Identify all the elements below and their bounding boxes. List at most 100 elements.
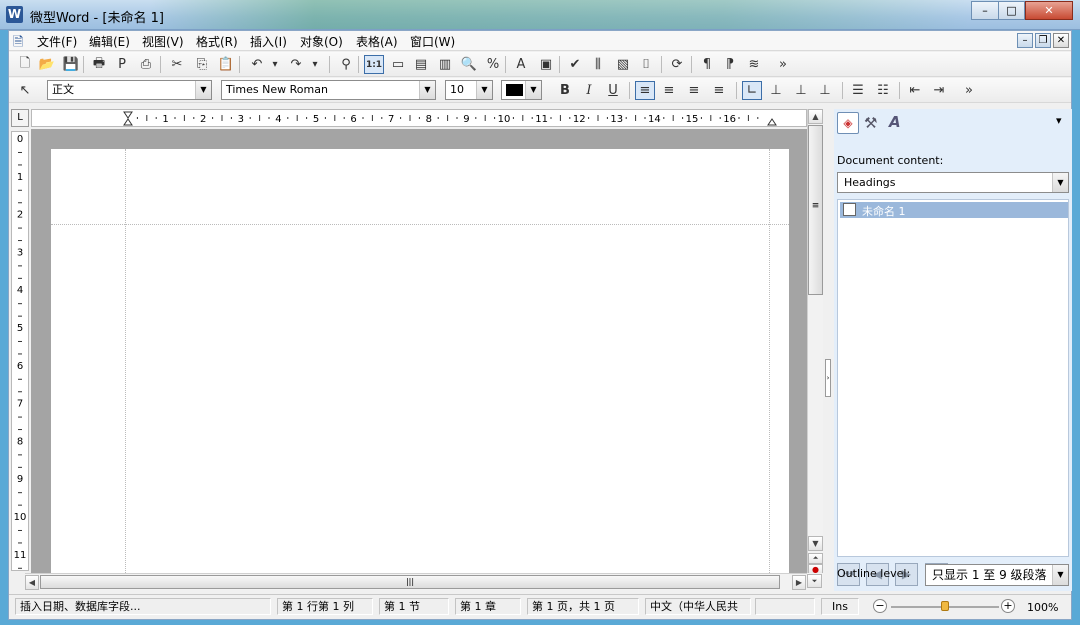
menu-object[interactable]: 对象(O) [298, 33, 345, 50]
mdi-close-button[interactable]: ✕ [1053, 33, 1069, 48]
bullet-list-icon[interactable]: ☰ [848, 81, 868, 100]
tree-item[interactable]: 未命名 1 [840, 202, 1068, 218]
word-app-icon[interactable]: W [6, 6, 23, 23]
refresh-icon[interactable]: ⟳ [667, 55, 687, 74]
minimize-button[interactable]: – [971, 1, 999, 20]
scroll-left-button[interactable]: ◀ [25, 575, 39, 590]
redo-icon[interactable]: ↷ [286, 55, 306, 74]
menu-edit[interactable]: 编辑(E) [87, 33, 132, 50]
scroll-down-button[interactable]: ▼ [808, 536, 823, 551]
text-color-picker[interactable]: ▼ [501, 80, 542, 100]
save-icon[interactable]: 💾 [61, 55, 81, 74]
mdi-restore-button[interactable]: ❐ [1035, 33, 1051, 48]
undo-icon[interactable]: ↶ [247, 55, 267, 74]
page-view-icon[interactable]: 1:1 [364, 55, 384, 74]
align-right-icon[interactable]: ≡ [684, 81, 704, 100]
align-center-icon[interactable]: ≡ [659, 81, 679, 100]
zoom-out-icon[interactable]: − [873, 599, 887, 613]
horizontal-ruler[interactable]: 1 2 3 4 5 6 7 8 9 10 11 12 13 14 15 16 [31, 109, 807, 127]
spellcheck-icon[interactable]: ✔ [565, 55, 585, 74]
web-view-icon[interactable]: ▭ [388, 55, 408, 74]
bold-icon[interactable]: B [555, 81, 575, 100]
paste-icon[interactable]: 📋 [216, 55, 236, 74]
decrease-indent-icon[interactable]: ⇤ [905, 81, 925, 100]
tab-left-icon[interactable]: ∟ [742, 81, 762, 100]
horizontal-scrollbar[interactable]: ◀ ||| ▶ [25, 573, 807, 590]
outline-level-select[interactable]: 只显示 1 至 9 级段落 ▼ [925, 564, 1069, 586]
close-button[interactable]: ✕ [1025, 1, 1073, 20]
open-folder-icon[interactable]: 📂 [37, 55, 57, 74]
splitter-handle[interactable]: › [825, 359, 831, 397]
panel-splitter[interactable]: › [824, 109, 834, 591]
tree-item-checkbox[interactable] [843, 203, 856, 216]
style-select[interactable]: 正文 ▼ [47, 80, 212, 100]
outline-level-value: 只显示 1 至 9 级段落 [932, 568, 1047, 582]
font-style-icon[interactable]: A [889, 113, 901, 131]
vertical-scrollbar[interactable]: ▲ ≡ ▼ ⏶ ● [807, 109, 823, 575]
toolbar-separator [899, 82, 900, 99]
size-select[interactable]: 10 ▼ [445, 80, 493, 100]
columns-icon[interactable]: ⫼ [588, 55, 608, 74]
tools-icon[interactable]: ⚒ [864, 114, 877, 132]
menu-view[interactable]: 视图(V) [140, 33, 186, 50]
pilcrow-icon[interactable]: ¶ [697, 55, 717, 74]
find-binoculars-icon[interactable]: ⚲ [336, 55, 356, 74]
vertical-ruler[interactable]: 0 1 2 3 4 5 6 7 8 9 10 11 [11, 131, 29, 571]
compass-icon[interactable]: ◈ [837, 112, 859, 134]
frame-icon[interactable]: ▧ [613, 55, 633, 74]
undo-dropdown-icon[interactable]: ▾ [269, 55, 281, 74]
cut-icon[interactable]: ✂ [167, 55, 187, 74]
maximize-button[interactable]: □ [998, 1, 1025, 20]
font-color-a-icon[interactable]: A [511, 55, 531, 74]
align-left-icon[interactable]: ≡ [635, 81, 655, 100]
numbered-list-icon[interactable]: ☷ [873, 81, 893, 100]
scroll-right-button[interactable]: ▶ [792, 575, 806, 590]
pdf-icon[interactable]: P [112, 55, 132, 74]
font-select[interactable]: Times New Roman ▼ [221, 80, 436, 100]
more-icon[interactable]: » [773, 55, 793, 74]
print-icon[interactable]: 🖶 [89, 55, 109, 74]
tab-center-icon[interactable]: ⊥ [766, 81, 786, 100]
menu-window[interactable]: 窗口(W) [408, 33, 457, 50]
status-insert-mode[interactable]: Ins [821, 598, 859, 615]
italic-icon[interactable]: I [579, 81, 599, 100]
justify-icon[interactable]: ≡ [709, 81, 729, 100]
hscroll-thumb[interactable]: ||| [40, 575, 780, 589]
redo-dropdown-icon[interactable]: ▾ [309, 55, 321, 74]
document-page[interactable] [51, 149, 789, 573]
bracket-icon[interactable]: ⌷ [636, 55, 656, 74]
text-box-icon[interactable]: ▣ [536, 55, 556, 74]
zoom-percent-icon[interactable]: % [483, 55, 503, 74]
tab-right-icon[interactable]: ⊥ [791, 81, 811, 100]
two-page-icon[interactable]: ▥ [435, 55, 455, 74]
stack-icon[interactable]: ≋ [744, 55, 764, 74]
copy-icon[interactable]: ⎘ [192, 55, 212, 74]
tab-stop-selector[interactable]: L [11, 109, 29, 127]
print-preview-icon[interactable]: ⎙ [136, 55, 156, 74]
menu-insert[interactable]: 插入(I) [248, 33, 289, 50]
zoom-slider-thumb[interactable] [941, 601, 949, 611]
new-doc-icon[interactable]: 🗋 [15, 55, 35, 74]
next-page-icon[interactable]: ⏷ [807, 574, 822, 588]
increase-indent-icon[interactable]: ⇥ [929, 81, 949, 100]
paragraph-mark-icon[interactable]: ⁋ [720, 55, 740, 74]
more-icon[interactable]: » [959, 81, 979, 100]
content-select[interactable]: Headings ▼ [837, 172, 1069, 193]
menu-table[interactable]: 表格(A) [354, 33, 400, 50]
scroll-up-button[interactable]: ▲ [808, 109, 823, 124]
zoom-in-icon[interactable]: + [1001, 599, 1015, 613]
prev-page-icon[interactable]: ⏶ [808, 553, 823, 564]
underline-icon[interactable]: U [603, 81, 623, 100]
scroll-thumb[interactable]: ≡ [808, 125, 823, 295]
title-bar[interactable]: W 微型Word - [未命名 1] – □ ✕ [0, 0, 1080, 30]
zoom-icon[interactable]: 🔍 [459, 55, 479, 74]
mdi-minimize-button[interactable]: – [1017, 33, 1033, 48]
panel-menu-chevron-icon[interactable]: ▾ [1056, 114, 1062, 127]
status-chapter: 第 1 章 [455, 598, 521, 615]
tab-decimal-icon[interactable]: ⊥ [815, 81, 835, 100]
outline-view-icon[interactable]: ▤ [411, 55, 431, 74]
menu-file[interactable]: 文件(F) [35, 33, 79, 50]
pointer-icon[interactable]: ↖ [15, 81, 35, 100]
menu-format[interactable]: 格式(R) [194, 33, 240, 50]
next-page-icon[interactable]: ⏷ [807, 573, 823, 590]
